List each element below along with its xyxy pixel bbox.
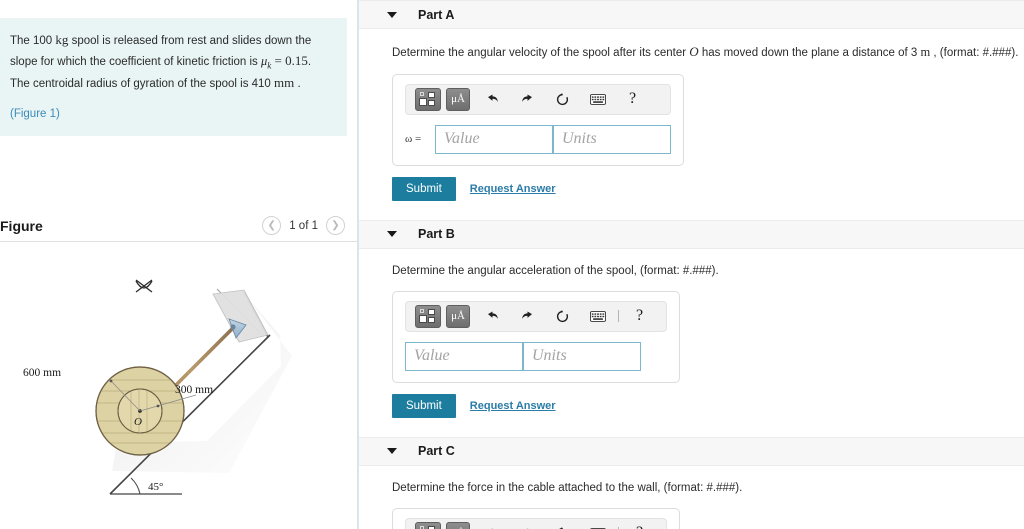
keyboard-icon[interactable] bbox=[585, 304, 610, 328]
part-a-value-input[interactable] bbox=[435, 124, 553, 154]
part-a-body: Determine the angular velocity of the sp… bbox=[359, 29, 1024, 220]
figure-image[interactable]: 45° O 600 mm 300 mm bbox=[0, 243, 357, 529]
part-b-units-input[interactable] bbox=[523, 341, 641, 371]
part-a-field-row: ω = bbox=[405, 124, 671, 154]
keyboard-icon[interactable] bbox=[585, 521, 610, 529]
figure-1-link[interactable]: (Figure 1) bbox=[10, 108, 333, 120]
part-a-question: Determine the angular velocity of the sp… bbox=[392, 43, 1024, 62]
part-c-header[interactable]: Part C bbox=[359, 436, 1024, 466]
part-b-label: Part B bbox=[418, 227, 455, 241]
undo-arrow-icon[interactable] bbox=[480, 304, 505, 328]
right-panel: Part A Determine the angular velocity of… bbox=[359, 0, 1024, 529]
math-template-icon[interactable] bbox=[415, 87, 441, 111]
figure-panel-title: Figure bbox=[0, 217, 43, 234]
wall-plate bbox=[212, 289, 269, 343]
part-b-header[interactable]: Part B bbox=[359, 219, 1024, 249]
left-panel: The 100 kg spool is released from rest a… bbox=[0, 0, 359, 529]
part-a-variable-label: ω = bbox=[405, 133, 422, 145]
part-a-request-answer-link[interactable]: Request Answer bbox=[470, 183, 556, 195]
units-mu-angstrom-icon[interactable]: μÅ bbox=[446, 521, 470, 529]
redo-arrow-icon[interactable] bbox=[515, 304, 540, 328]
keyboard-icon[interactable] bbox=[585, 87, 610, 111]
part-a-header[interactable]: Part A bbox=[359, 0, 1024, 29]
figure-counter: 1 of 1 bbox=[289, 219, 318, 232]
reset-circular-arrow-icon[interactable] bbox=[550, 521, 575, 529]
undo-arrow-icon[interactable] bbox=[480, 87, 505, 111]
part-c-section: Part C Determine the force in the cable … bbox=[359, 436, 1024, 529]
question-a-post: , (format: #.###). bbox=[930, 47, 1019, 59]
figure-navigation: ❮ 1 of 1 ❯ bbox=[262, 216, 345, 235]
question-a-mid: has moved down the plane a distance of 3 bbox=[698, 47, 921, 59]
redo-arrow-icon[interactable] bbox=[515, 521, 540, 529]
redo-arrow-icon[interactable] bbox=[515, 87, 540, 111]
part-a-math-toolbar: μÅ ? bbox=[405, 83, 671, 115]
caret-down-icon[interactable] bbox=[387, 11, 397, 18]
part-a-submit-button[interactable]: Submit bbox=[392, 176, 456, 201]
part-b-section: Part B Determine the angular acceleratio… bbox=[359, 219, 1024, 437]
reset-circular-arrow-icon[interactable] bbox=[550, 304, 575, 328]
part-b-answer-box: μÅ ? bbox=[392, 290, 680, 383]
problem-text-end: . bbox=[294, 78, 301, 91]
reset-circular-arrow-icon[interactable] bbox=[550, 87, 575, 111]
part-c-answer-box: μÅ ? bbox=[392, 507, 680, 529]
units-mu-angstrom-icon[interactable]: μÅ bbox=[446, 87, 470, 111]
part-c-body: Determine the force in the cable attache… bbox=[359, 466, 1024, 529]
mass-unit: kg bbox=[55, 32, 69, 47]
cable-symbol bbox=[135, 279, 153, 293]
part-c-question: Determine the force in the cable attache… bbox=[392, 481, 743, 494]
center-label-O: O bbox=[134, 416, 142, 428]
mu-value: = 0.15 bbox=[271, 52, 308, 68]
chevron-right-icon[interactable]: ❯ bbox=[326, 216, 345, 235]
part-a-section: Part A Determine the angular velocity of… bbox=[359, 0, 1024, 220]
part-c-label: Part C bbox=[418, 444, 455, 459]
math-template-icon[interactable] bbox=[415, 521, 441, 529]
part-b-question: Determine the angular acceleration of th… bbox=[392, 264, 719, 277]
length-unit: mm bbox=[274, 75, 295, 91]
caret-down-icon[interactable] bbox=[387, 448, 397, 455]
inner-radius-label: 300 mm bbox=[175, 384, 213, 396]
question-a-unit: m bbox=[920, 45, 931, 59]
problem-statement-box: The 100 kg spool is released from rest a… bbox=[0, 18, 347, 136]
help-icon[interactable]: ? bbox=[627, 521, 652, 529]
chevron-left-icon[interactable]: ❮ bbox=[262, 216, 282, 235]
part-b-math-toolbar: μÅ ? bbox=[405, 300, 667, 332]
part-a-actions: Submit Request Answer bbox=[392, 176, 1024, 201]
question-a-pre: Determine the angular velocity of the sp… bbox=[392, 47, 690, 59]
angle-label-45: 45° bbox=[148, 481, 163, 493]
help-icon[interactable]: ? bbox=[620, 87, 645, 111]
part-b-body: Determine the angular acceleration of th… bbox=[359, 249, 1024, 437]
figure-header: Figure ❮ 1 of 1 ❯ bbox=[0, 210, 357, 242]
problem-statement-text: The 100 kg spool is released from rest a… bbox=[10, 30, 333, 94]
outer-radius-label: 600 mm bbox=[23, 367, 61, 379]
undo-arrow-icon[interactable] bbox=[480, 521, 505, 529]
problem-text-part1: The 100 bbox=[10, 35, 56, 47]
part-b-actions: Submit Request Answer bbox=[392, 393, 1024, 418]
caret-down-icon[interactable] bbox=[387, 231, 397, 237]
part-a-answer-box: μÅ ? ω = Value Units bbox=[392, 73, 684, 166]
units-mu-angstrom-icon[interactable]: μÅ bbox=[446, 304, 470, 328]
part-b-field-row bbox=[405, 341, 667, 371]
part-a-label: Part A bbox=[418, 7, 455, 22]
problem-page: The 100 kg spool is released from rest a… bbox=[0, 0, 1024, 529]
spool-incline-diagram: 45° O 600 mm 300 mm bbox=[23, 279, 292, 495]
question-a-italic-O: O bbox=[689, 44, 699, 59]
part-c-math-toolbar: μÅ ? bbox=[405, 517, 667, 529]
help-icon[interactable]: ? bbox=[627, 304, 652, 328]
part-b-submit-button[interactable]: Submit bbox=[392, 393, 456, 418]
part-a-units-input[interactable] bbox=[553, 124, 671, 154]
toolbar-separator bbox=[618, 310, 619, 323]
part-b-request-answer-link[interactable]: Request Answer bbox=[470, 400, 556, 412]
math-template-icon[interactable] bbox=[415, 304, 441, 328]
part-b-value-input[interactable] bbox=[405, 341, 523, 371]
